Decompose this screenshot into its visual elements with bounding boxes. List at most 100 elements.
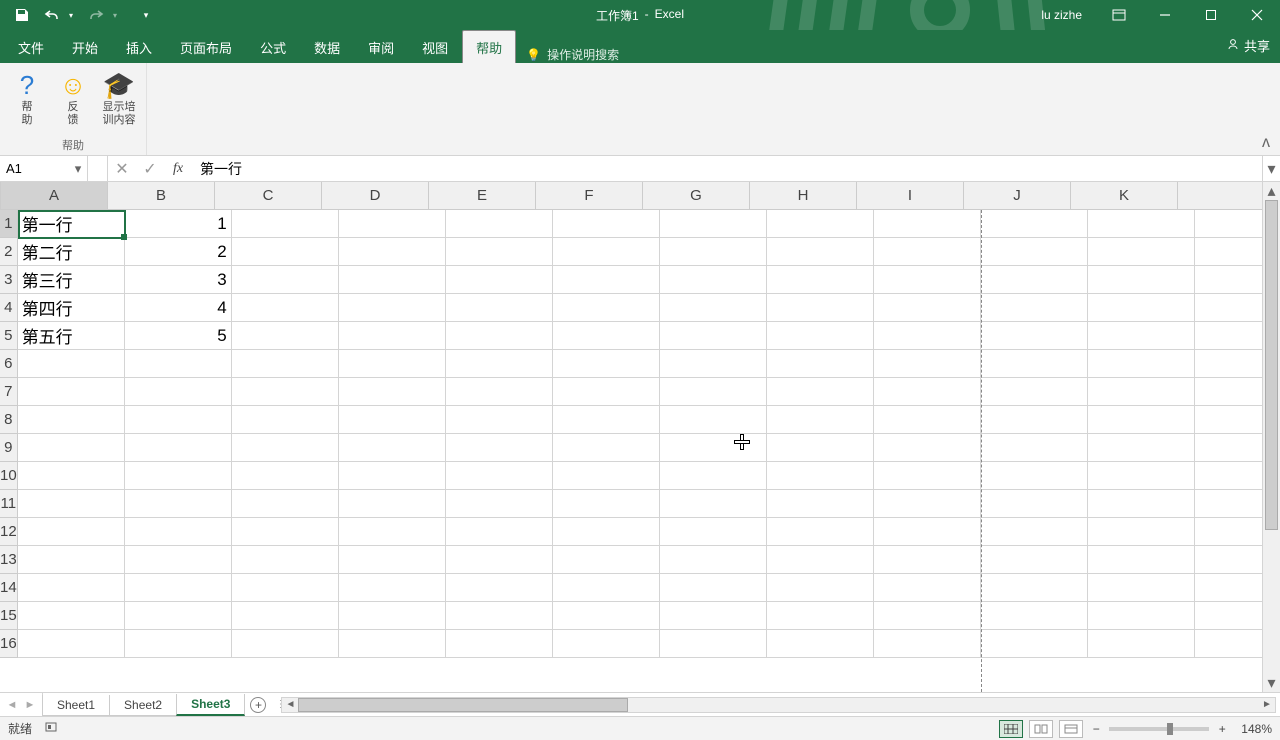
cell-E6[interactable] [446,350,553,378]
cell-H3[interactable] [767,266,874,294]
cell-X6[interactable] [1195,350,1262,378]
cell-H5[interactable] [767,322,874,350]
cell-K8[interactable] [1088,406,1195,434]
cell-H1[interactable] [767,210,874,238]
cell-H9[interactable] [767,434,874,462]
cell-G5[interactable] [660,322,767,350]
cell-F14[interactable] [553,574,660,602]
col-header-D[interactable]: D [322,182,429,210]
macro-record-icon[interactable] [44,720,58,737]
cell-A15[interactable] [18,602,125,630]
ribbon-btn-1[interactable]: ☺反 馈 [52,67,94,127]
row-header-2[interactable]: 2 [0,238,18,266]
cell-H11[interactable] [767,490,874,518]
cell-J11[interactable] [981,490,1088,518]
cell-K1[interactable] [1088,210,1195,238]
cell-J14[interactable] [981,574,1088,602]
sheet-prev-button[interactable]: ◄ [4,697,20,713]
horizontal-scrollbar[interactable]: ◄ ► [281,697,1276,713]
cell-I10[interactable] [874,462,981,490]
cell-K9[interactable] [1088,434,1195,462]
col-header-J[interactable]: J [964,182,1071,210]
cell-D10[interactable] [339,462,446,490]
cell-I12[interactable] [874,518,981,546]
cell-J5[interactable] [981,322,1088,350]
cell-F11[interactable] [553,490,660,518]
cell-K6[interactable] [1088,350,1195,378]
cell-E10[interactable] [446,462,553,490]
col-header-G[interactable]: G [643,182,750,210]
cell-X14[interactable] [1195,574,1262,602]
tab-公式[interactable]: 公式 [246,30,300,63]
cell-F8[interactable] [553,406,660,434]
cell-H16[interactable] [767,630,874,658]
cell-J16[interactable] [981,630,1088,658]
cell-G8[interactable] [660,406,767,434]
cell-E8[interactable] [446,406,553,434]
hscroll-thumb[interactable] [298,698,628,712]
cell-D3[interactable] [339,266,446,294]
cell-A3[interactable]: 第三行 [18,266,125,294]
cell-K3[interactable] [1088,266,1195,294]
scroll-down-button[interactable]: ▾ [1263,674,1280,692]
cell-B10[interactable] [125,462,232,490]
cell-I2[interactable] [874,238,981,266]
undo-dropdown[interactable]: ▾ [66,5,76,25]
cell-A2[interactable]: 第二行 [18,238,125,266]
tab-开始[interactable]: 开始 [58,30,112,63]
cell-G6[interactable] [660,350,767,378]
col-header-K[interactable]: K [1071,182,1178,210]
cell-E13[interactable] [446,546,553,574]
cell-D9[interactable] [339,434,446,462]
cell-E9[interactable] [446,434,553,462]
cell-C10[interactable] [232,462,339,490]
vertical-scrollbar[interactable]: ▴ ▾ [1262,182,1280,692]
cell-B16[interactable] [125,630,232,658]
row-header-13[interactable]: 13 [0,546,18,574]
cell-E2[interactable] [446,238,553,266]
cell-K15[interactable] [1088,602,1195,630]
sheet-tab-Sheet3[interactable]: Sheet3 [176,694,245,716]
cell-C14[interactable] [232,574,339,602]
cell-F16[interactable] [553,630,660,658]
collapse-ribbon-button[interactable]: ʌ [1258,135,1274,151]
undo-button[interactable] [42,5,62,25]
cell-J3[interactable] [981,266,1088,294]
cell-G4[interactable] [660,294,767,322]
cell-D6[interactable] [339,350,446,378]
cell-K14[interactable] [1088,574,1195,602]
ribbon-btn-2[interactable]: 🎓显示培 训内容 [98,67,140,127]
qat-customize[interactable]: ▾ [136,5,156,25]
cell-J8[interactable] [981,406,1088,434]
cell-J2[interactable] [981,238,1088,266]
cell-B12[interactable] [125,518,232,546]
cell-F1[interactable] [553,210,660,238]
col-header-H[interactable]: H [750,182,857,210]
minimize-button[interactable] [1142,0,1188,30]
cell-E7[interactable] [446,378,553,406]
cell-F9[interactable] [553,434,660,462]
redo-dropdown[interactable]: ▾ [110,5,120,25]
cell-I11[interactable] [874,490,981,518]
cell-C11[interactable] [232,490,339,518]
cell-K10[interactable] [1088,462,1195,490]
cell-D4[interactable] [339,294,446,322]
cell-X5[interactable] [1195,322,1262,350]
cell-B9[interactable] [125,434,232,462]
cell-F7[interactable] [553,378,660,406]
cell-J6[interactable] [981,350,1088,378]
cell-C7[interactable] [232,378,339,406]
cell-K2[interactable] [1088,238,1195,266]
cell-A5[interactable]: 第五行 [18,322,125,350]
cell-H4[interactable] [767,294,874,322]
zoom-thumb[interactable] [1167,723,1173,735]
row-header-7[interactable]: 7 [0,378,18,406]
cell-D12[interactable] [339,518,446,546]
cell-A14[interactable] [18,574,125,602]
cell-H13[interactable] [767,546,874,574]
cell-G13[interactable] [660,546,767,574]
cell-C12[interactable] [232,518,339,546]
cell-K5[interactable] [1088,322,1195,350]
scroll-left-button[interactable]: ◄ [282,699,298,710]
maximize-button[interactable] [1188,0,1234,30]
